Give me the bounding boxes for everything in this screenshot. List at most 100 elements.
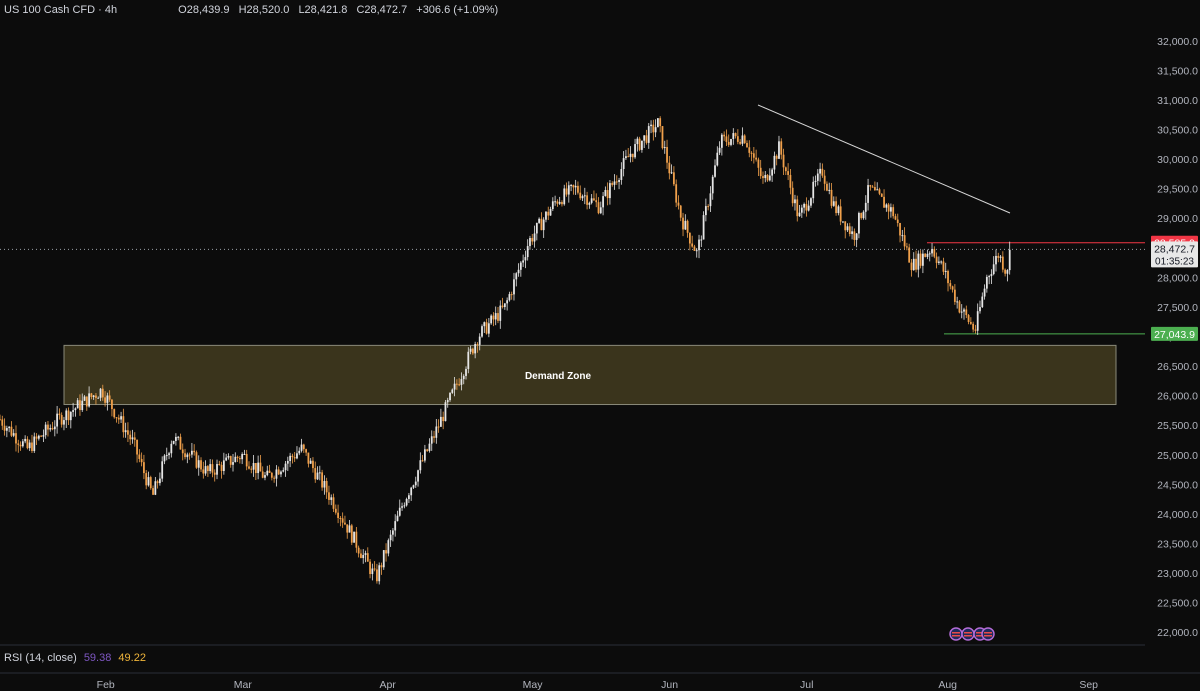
candle-body: [851, 231, 853, 234]
candle-body: [572, 185, 575, 188]
rsi-legend[interactable]: RSI (14, close) 59.38 49.22: [4, 652, 146, 664]
candle-body: [545, 211, 547, 220]
candle-body: [698, 239, 700, 251]
candle-body: [28, 442, 31, 449]
candle-body: [481, 326, 483, 337]
economic-events[interactable]: [949, 627, 995, 641]
candle-body: [773, 155, 776, 170]
price-tick-label: 30,000.0: [1157, 154, 1198, 166]
candle-body: [346, 524, 349, 533]
candle-body: [581, 196, 584, 199]
candle-body: [414, 481, 417, 486]
candle-body: [124, 430, 127, 433]
rsi-value: 59.38: [83, 652, 112, 664]
us-flag-event-icon[interactable]: [961, 627, 975, 641]
candle-body: [277, 469, 280, 475]
candle-body: [883, 196, 885, 208]
time-tick-label: Sep: [1079, 679, 1098, 691]
candle-body: [268, 470, 271, 473]
candle-body: [819, 168, 821, 174]
candle-body: [67, 410, 70, 421]
time-tick-label: Jul: [800, 679, 813, 691]
ohlc-values: O28,439.9 H28,520.0 L28,421.8 C28,472.7 …: [178, 4, 504, 16]
candle-body: [878, 189, 881, 194]
candle-body: [864, 202, 867, 212]
price-tick-label: 32,000.0: [1157, 36, 1198, 48]
candle-body: [828, 189, 831, 191]
candle-body: [700, 239, 703, 241]
candle-body: [602, 196, 604, 208]
candle-body: [947, 270, 949, 284]
candle-body: [912, 258, 915, 271]
candle-body: [12, 433, 15, 436]
candle-body: [220, 464, 223, 471]
candle-body: [606, 190, 609, 199]
candle-body: [341, 518, 344, 523]
candle-body: [298, 450, 301, 454]
candle-body: [554, 201, 557, 203]
candle-body: [771, 169, 774, 176]
candle-body: [282, 470, 285, 472]
candle-body: [789, 174, 792, 188]
candle-body: [85, 396, 88, 407]
candle-body: [42, 435, 45, 437]
candle-body: [241, 454, 244, 460]
candle-body: [174, 436, 177, 441]
price-chart[interactable]: Demand Zone 32,000.0 31,500.0 31,000.0 30,5…: [0, 0, 1200, 691]
candle-body: [218, 464, 221, 466]
candle-body: [718, 147, 721, 153]
candle-body: [830, 189, 833, 206]
candle-body: [362, 554, 365, 559]
candle-body: [919, 253, 922, 266]
candle-body: [476, 343, 479, 345]
candle-body: [348, 525, 351, 533]
candle-body: [524, 257, 527, 261]
candle-body: [990, 274, 993, 277]
us-flag-event-icon[interactable]: [949, 627, 963, 641]
symbol-title[interactable]: US 100 Cash CFD · 4h: [4, 4, 117, 16]
us-flag-event-icon[interactable]: [981, 627, 995, 641]
low-value: L28,421.8: [298, 4, 348, 16]
candle-body: [47, 424, 49, 430]
candle-body: [213, 472, 216, 475]
candle-body: [206, 466, 209, 472]
candle-body: [389, 534, 392, 541]
candle-body: [657, 118, 659, 128]
candle-body: [204, 466, 207, 474]
flag-stripe: [984, 632, 992, 634]
candle-body: [337, 512, 339, 519]
candle-body: [739, 141, 742, 144]
candle-body: [869, 185, 872, 187]
open-value: O28,439.9: [178, 4, 230, 16]
candle-body: [31, 442, 33, 452]
candle-body: [885, 204, 888, 208]
candle-body: [995, 255, 997, 265]
candle-body: [353, 531, 355, 543]
candle-body: [74, 408, 77, 411]
candle-body: [99, 388, 102, 398]
flag-stripe: [964, 632, 972, 634]
candle-body: [972, 323, 975, 330]
candle-body: [51, 428, 54, 430]
candle-body: [508, 294, 511, 301]
candle-body: [1001, 256, 1004, 270]
candle-body: [803, 203, 806, 208]
flag-circle: [961, 627, 975, 641]
candle-body: [305, 449, 308, 453]
candle-body: [430, 436, 433, 444]
candle-body: [800, 207, 803, 213]
candle-body: [702, 215, 705, 240]
candle-body: [595, 200, 598, 203]
candle-body: [97, 397, 100, 399]
candle-body: [254, 463, 257, 474]
candle-body: [672, 172, 675, 185]
candle-body: [1006, 270, 1009, 274]
candle-body: [821, 168, 824, 176]
candle-body: [163, 455, 166, 462]
candle-body: [583, 195, 586, 197]
candle-body: [435, 426, 438, 438]
candle-body: [604, 190, 607, 197]
candle-body: [293, 457, 296, 459]
price-tick-label: 24,500.0: [1157, 479, 1198, 491]
candle-body: [917, 253, 920, 270]
